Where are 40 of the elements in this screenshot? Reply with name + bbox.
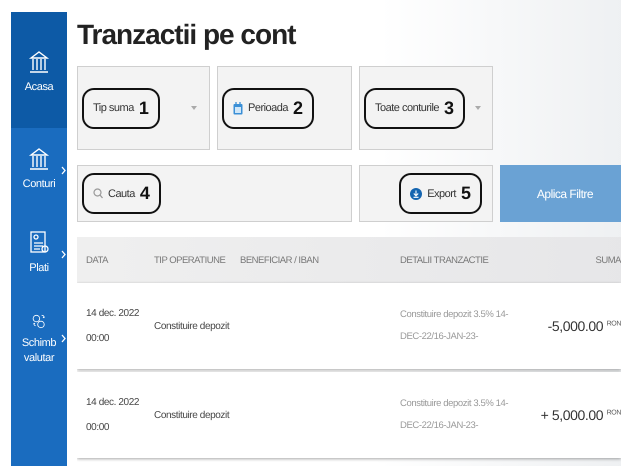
table-cell-text: Constituire depozit — [154, 410, 231, 420]
amount-text: -5,000.00 $^{RON}$ — [548, 318, 621, 334]
column-header: TIP OPERATIUNE — [154, 254, 226, 266]
nav-item[interactable]: Acasa — [11, 12, 67, 128]
date-text: 14 dec. 2022 — [86, 308, 140, 319]
nav-label: Schimb valutar — [20, 336, 58, 366]
field-label: Perioada — [248, 102, 288, 114]
callout-number: 5 — [460, 183, 471, 204]
time-text: 00:00 — [86, 422, 110, 433]
amount-text: + 5,000.00 $^{RON}$ — [540, 407, 621, 423]
column-header: BENEFICIAR / IBAN — [240, 254, 319, 266]
nav-label: Conturi — [22, 177, 56, 192]
field-label: Tip suma — [93, 102, 134, 114]
date-range-picker[interactable]: Perioada 2 — [217, 66, 352, 150]
column-header: DATA — [86, 254, 108, 266]
nav-item[interactable]: Plati — [11, 212, 67, 296]
nav-item[interactable]: Schimb valutar — [11, 296, 67, 380]
table-row[interactable]: 14 dec. 2022 00:00 Constituire depozit Constituire depozit 3.5% 14-DEC-22/16-JAN-23- -5,000.00 $^{RON}$ — [77, 283, 621, 369]
dropdown-field[interactable]: Toate conturile 3 — [359, 66, 493, 150]
button-label: Export — [427, 188, 456, 200]
nav-item[interactable]: Conturi — [11, 128, 67, 212]
callout-number: 3 — [444, 98, 454, 118]
column-header: DETALII TRANZACTIE — [400, 254, 488, 266]
table-cell-text: Constituire depozit — [154, 320, 231, 332]
column-header: SUMA — [596, 254, 621, 266]
date-text: 14 dec. 2022 — [86, 397, 140, 408]
nav-label: Plati — [28, 261, 50, 276]
table-cell-text: Constituire depozit 3.5% 14-DEC-22/16-JAN-23- — [400, 308, 510, 344]
time-text: 00:00 — [86, 333, 110, 344]
callout-number: 1 — [138, 98, 149, 118]
nav-label: Acasa — [24, 80, 55, 95]
callout-number: 4 — [140, 183, 150, 204]
page-title: Tranzactii pe cont — [77, 18, 297, 52]
search-field[interactable]: Cauta 4 — [77, 165, 352, 222]
table-cell-text: Constituire depozit 3.5% 14-DEC-22/16-JAN-23- — [400, 397, 510, 433]
table-row[interactable]: 14 dec. 2022 00:00 Constituire depozit Constituire depozit 3.5% 14-DEC-22/16-JAN-23- + 5,000.00 $^{RON}$ — [77, 372, 621, 458]
field-label: Toate conturile — [375, 102, 440, 114]
dropdown-field[interactable]: Tip suma 1 — [77, 66, 210, 150]
field-label: Cauta — [108, 188, 135, 200]
callout-number: 2 — [293, 98, 304, 118]
